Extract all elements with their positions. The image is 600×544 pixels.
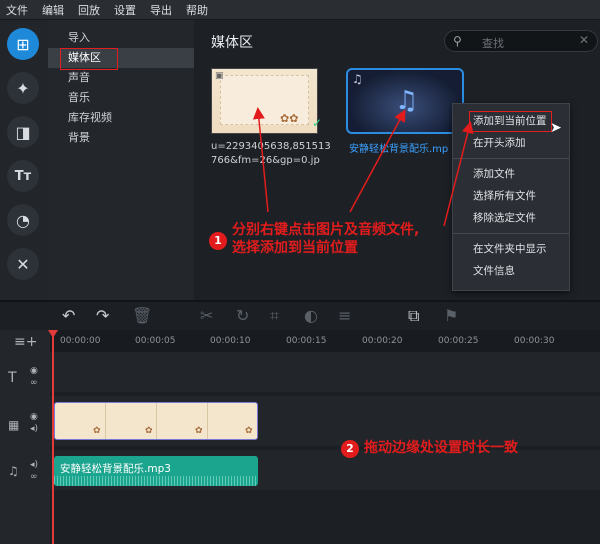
tools-icon: ✕: [16, 254, 30, 274]
titles-tool-button[interactable]: Tт: [7, 160, 39, 192]
clear-search-icon[interactable]: ✕: [579, 33, 589, 47]
step-1-text-line1: 分别右键点击图片及音频文件,: [232, 222, 420, 238]
tool-rail: ⊞ ✦ ◨ Tт ◔ ✕: [0, 20, 48, 300]
tick-label: 00:00:05: [135, 336, 176, 346]
step-2-text: 拖动边缘处设置时长一致: [364, 440, 518, 456]
properties-icon[interactable]: ≡: [338, 306, 351, 325]
audio-thumbnail[interactable]: ♫ ♫: [346, 68, 464, 134]
color-adjust-icon[interactable]: ◐: [304, 306, 318, 325]
search-box[interactable]: ⚲ 查找 ✕: [444, 30, 598, 52]
crop-icon[interactable]: ⌗: [270, 306, 279, 326]
timeline-toolbar: ↶ ↷ 🗑 ✂ ↻ ⌗ ◐ ≡ ⧉ ⚑: [0, 302, 600, 330]
more-tools-button[interactable]: ✕: [7, 248, 39, 280]
menu-item-file-info[interactable]: 文件信息: [453, 260, 569, 282]
import-sidebar: 导入 媒体区 声音 音乐 库存视频 背景: [48, 20, 194, 300]
volume-icon[interactable]: ◂): [30, 460, 38, 470]
menu-export[interactable]: 导出: [150, 2, 172, 18]
text-track-lane[interactable]: [50, 352, 600, 392]
image-figures-icon: ✿✿: [280, 112, 299, 125]
sidebar-item-stock-video[interactable]: 库存视频: [48, 108, 194, 128]
tick-label: 00:00:20: [362, 336, 403, 346]
sidebar-item-import[interactable]: 导入: [48, 28, 194, 48]
transitions-tool-button[interactable]: ◨: [7, 116, 39, 148]
step-1-badge: 1: [209, 232, 227, 250]
transition-icon: ◨: [15, 122, 31, 142]
search-icon: ⚲: [453, 34, 462, 48]
sidebar-item-backgrounds[interactable]: 背景: [48, 128, 194, 148]
delete-icon[interactable]: 🗑: [132, 306, 152, 325]
tick-label: 00:00:10: [210, 336, 251, 346]
import-tool-button[interactable]: ⊞: [7, 28, 39, 60]
undo-icon[interactable]: ↶: [62, 306, 75, 325]
menu-settings[interactable]: 设置: [114, 2, 136, 18]
audio-waveform: [54, 476, 258, 486]
video-track-icon: ▦: [8, 418, 20, 432]
audio-clip-name: 安静轻松背景配乐.mp3: [60, 463, 171, 475]
clip-frame-icon: ✿: [93, 426, 101, 436]
add-track-icon[interactable]: ≡+: [14, 334, 37, 350]
step-1-text-line2: 选择添加到当前位置: [232, 240, 358, 256]
track-headers: ≡+ T ◉ ∞ ▦ ◉ ◂) ♫ ◂) ∞: [0, 330, 50, 544]
stickers-tool-button[interactable]: ◔: [7, 204, 39, 236]
audio-clip[interactable]: 安静轻松背景配乐.mp3: [54, 456, 258, 486]
cut-icon[interactable]: ✂: [200, 306, 213, 325]
clip-frame-icon: ✿: [145, 426, 153, 436]
playhead[interactable]: [52, 330, 54, 544]
menu-separator: [453, 233, 569, 234]
menu-item-select-all[interactable]: 选择所有文件: [453, 185, 569, 207]
added-check-icon: ✓: [312, 116, 323, 130]
menu-bar: 文件 编辑 回放 设置 导出 帮助: [0, 0, 600, 20]
sidebar-item-media-bin[interactable]: 媒体区: [48, 48, 194, 68]
clip-frame-icon: ✿: [245, 426, 253, 436]
tick-label: 00:00:00: [60, 336, 101, 346]
tick-label: 00:00:25: [438, 336, 479, 346]
visibility-icon[interactable]: ◉: [30, 366, 38, 376]
add-media-icon: ⊞: [16, 34, 30, 54]
image-type-icon: ▣: [215, 71, 224, 81]
sticker-icon: ◔: [16, 210, 30, 230]
magic-wand-icon: ✦: [16, 78, 30, 98]
timeline-ruler[interactable]: 00:00:00 00:00:05 00:00:10 00:00:15 00:0…: [0, 330, 600, 354]
menu-item-show-in-folder[interactable]: 在文件夹中显示: [453, 238, 569, 260]
image-thumbnail[interactable]: ▣ ✿✿: [211, 68, 318, 134]
text-icon: Tт: [14, 168, 32, 184]
image-file-name: u=2293405638,851513766&fm=26&gp=0.jp: [211, 141, 331, 166]
media-bin-title: 媒体区: [211, 35, 253, 51]
menu-separator: [453, 158, 569, 159]
menu-help[interactable]: 帮助: [186, 2, 208, 18]
tick-label: 00:00:15: [286, 336, 327, 346]
menu-item-remove-selected[interactable]: 移除选定文件: [453, 207, 569, 229]
music-note-small-icon: ♫: [352, 72, 363, 86]
mouse-cursor-icon: ➤: [550, 120, 562, 136]
audio-track-icon: ♫: [8, 464, 19, 478]
link-icon[interactable]: ∞: [30, 378, 38, 388]
menu-file[interactable]: 文件: [6, 2, 28, 18]
music-note-icon: ♫: [395, 86, 419, 116]
sidebar-item-music[interactable]: 音乐: [48, 88, 194, 108]
menu-item-add-files[interactable]: 添加文件: [453, 163, 569, 185]
video-clip[interactable]: ✿ ✿ ✿ ✿: [54, 402, 258, 440]
tick-label: 00:00:30: [514, 336, 555, 346]
effects-tool-button[interactable]: ✦: [7, 72, 39, 104]
volume-icon[interactable]: ◂): [30, 424, 38, 434]
rotate-icon[interactable]: ↻: [236, 306, 249, 325]
sidebar-item-sounds[interactable]: 声音: [48, 68, 194, 88]
text-track-icon: T: [8, 370, 17, 386]
step-2-badge: 2: [341, 440, 359, 458]
marker-flag-icon[interactable]: ⚑: [444, 306, 458, 325]
menu-playback[interactable]: 回放: [78, 2, 100, 18]
visibility-icon[interactable]: ◉: [30, 412, 38, 422]
clip-frame-icon: ✿: [195, 426, 203, 436]
export-clip-icon[interactable]: ⧉: [408, 306, 419, 326]
redo-icon[interactable]: ↷: [96, 306, 109, 325]
menu-edit[interactable]: 编辑: [42, 2, 64, 18]
search-placeholder: 查找: [482, 37, 504, 50]
audio-file-name: 安静轻松背景配乐.mp: [349, 144, 449, 155]
link-icon[interactable]: ∞: [30, 472, 38, 482]
